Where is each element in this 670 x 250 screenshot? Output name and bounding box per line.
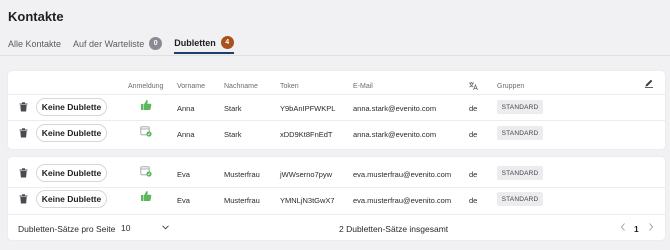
cell-language: de [469, 104, 478, 113]
header-gruppen: Gruppen [497, 83, 525, 90]
cell-token: YMNLjN3tGwX7 [280, 196, 335, 205]
keine-dublette-button[interactable]: Keine Dublette [36, 164, 107, 182]
cell-nachname: Musterfrau [224, 170, 260, 179]
header-email: E-Mail [353, 83, 373, 90]
cell-language: de [469, 196, 478, 205]
trash-icon[interactable] [19, 128, 28, 138]
header-vorname: Vorname [177, 83, 206, 90]
group-tag: STANDARD [497, 126, 543, 140]
cell-language: de [469, 170, 478, 179]
cell-vorname: Eva [177, 196, 190, 205]
header-nachname: Nachname [224, 83, 258, 90]
cell-language: de [469, 130, 478, 139]
count-badge: 0 [149, 37, 163, 50]
current-page: 1 [634, 224, 639, 234]
thumbs-up-icon [141, 191, 152, 201]
table-row: Keine Dublette Eva Musterfrau YMNLjN3tGw… [8, 186, 665, 212]
table-row: Keine Dublette Eva Musterfrau jWWserno7p… [8, 160, 665, 186]
cell-nachname: Stark [224, 130, 242, 139]
cell-email: anna.stark@evenito.com [353, 104, 437, 113]
per-page-label: Dubletten-Sätze pro Seite [18, 224, 116, 234]
trash-icon[interactable] [19, 102, 28, 112]
group-tag: STANDARD [497, 166, 543, 180]
header-anmeldung: Anmeldung [128, 83, 164, 90]
cell-email: eva.musterfrau@evenito.com [353, 196, 452, 205]
trash-icon[interactable] [19, 168, 28, 178]
count-badge: 4 [220, 36, 234, 49]
tab-label: Dubletten [174, 37, 216, 48]
cell-nachname: Stark [224, 104, 242, 113]
cell-token: Y9bAnIPFWKPL [280, 104, 336, 113]
cell-email: eva.musterfrau@evenito.com [353, 170, 452, 179]
tab-warteliste[interactable]: Auf der Warteliste 0 [73, 33, 163, 54]
tab-dubletten[interactable]: Dubletten 4 [174, 33, 234, 54]
trash-icon[interactable] [19, 194, 28, 204]
chevron-down-icon [162, 225, 169, 230]
tab-label: Auf der Warteliste [73, 38, 145, 49]
table-row: Keine Dublette Anna Stark Y9bAnIPFWKPL a… [8, 94, 665, 120]
edit-columns-icon[interactable] [644, 78, 654, 88]
duplicate-group-card: Anmeldung Vorname Nachname Token E-Mail … [8, 71, 665, 149]
header-token: Token [280, 83, 299, 90]
cell-vorname: Anna [177, 130, 195, 139]
group-tag: STANDARD [497, 192, 543, 206]
group-tag: STANDARD [497, 100, 543, 114]
translate-icon [469, 82, 478, 91]
thumbs-up-icon [141, 100, 152, 110]
cell-token: xDD9Kt8FnEdT [280, 130, 333, 139]
per-page-value: 10 [121, 223, 131, 233]
duplicate-group-card: Keine Dublette Eva Musterfrau jWWserno7p… [8, 157, 665, 240]
cell-vorname: Anna [177, 104, 195, 113]
keine-dublette-button[interactable]: Keine Dublette [36, 98, 107, 116]
tab-divider [0, 55, 670, 56]
cell-vorname: Eva [177, 170, 190, 179]
calendar-check-icon [140, 126, 152, 137]
page-title: Kontakte [8, 9, 64, 24]
pagination-footer: Dubletten-Sätze pro Seite 10 2 Dubletten… [8, 214, 665, 240]
chevron-right-icon[interactable] [648, 222, 654, 232]
tab-label: Alle Kontakte [8, 38, 62, 49]
chevron-left-icon[interactable] [620, 222, 626, 232]
tab-alle-kontakte[interactable]: Alle Kontakte [8, 33, 61, 54]
cell-email: anna.stark@evenito.com [353, 130, 437, 139]
tab-bar: Alle Kontakte Auf der Warteliste 0 Duble… [8, 33, 242, 55]
keine-dublette-button[interactable]: Keine Dublette [36, 124, 107, 142]
keine-dublette-button[interactable]: Keine Dublette [36, 190, 107, 208]
table-row: Keine Dublette Anna Stark xDD9Kt8FnEdT a… [8, 120, 665, 146]
per-page-select[interactable]: 10 [121, 220, 169, 236]
calendar-check-icon [140, 166, 152, 177]
cell-token: jWWserno7pyw [280, 170, 333, 179]
cell-nachname: Musterfrau [224, 196, 260, 205]
total-count: 2 Dubletten-Sätze insgesamt [339, 224, 449, 234]
